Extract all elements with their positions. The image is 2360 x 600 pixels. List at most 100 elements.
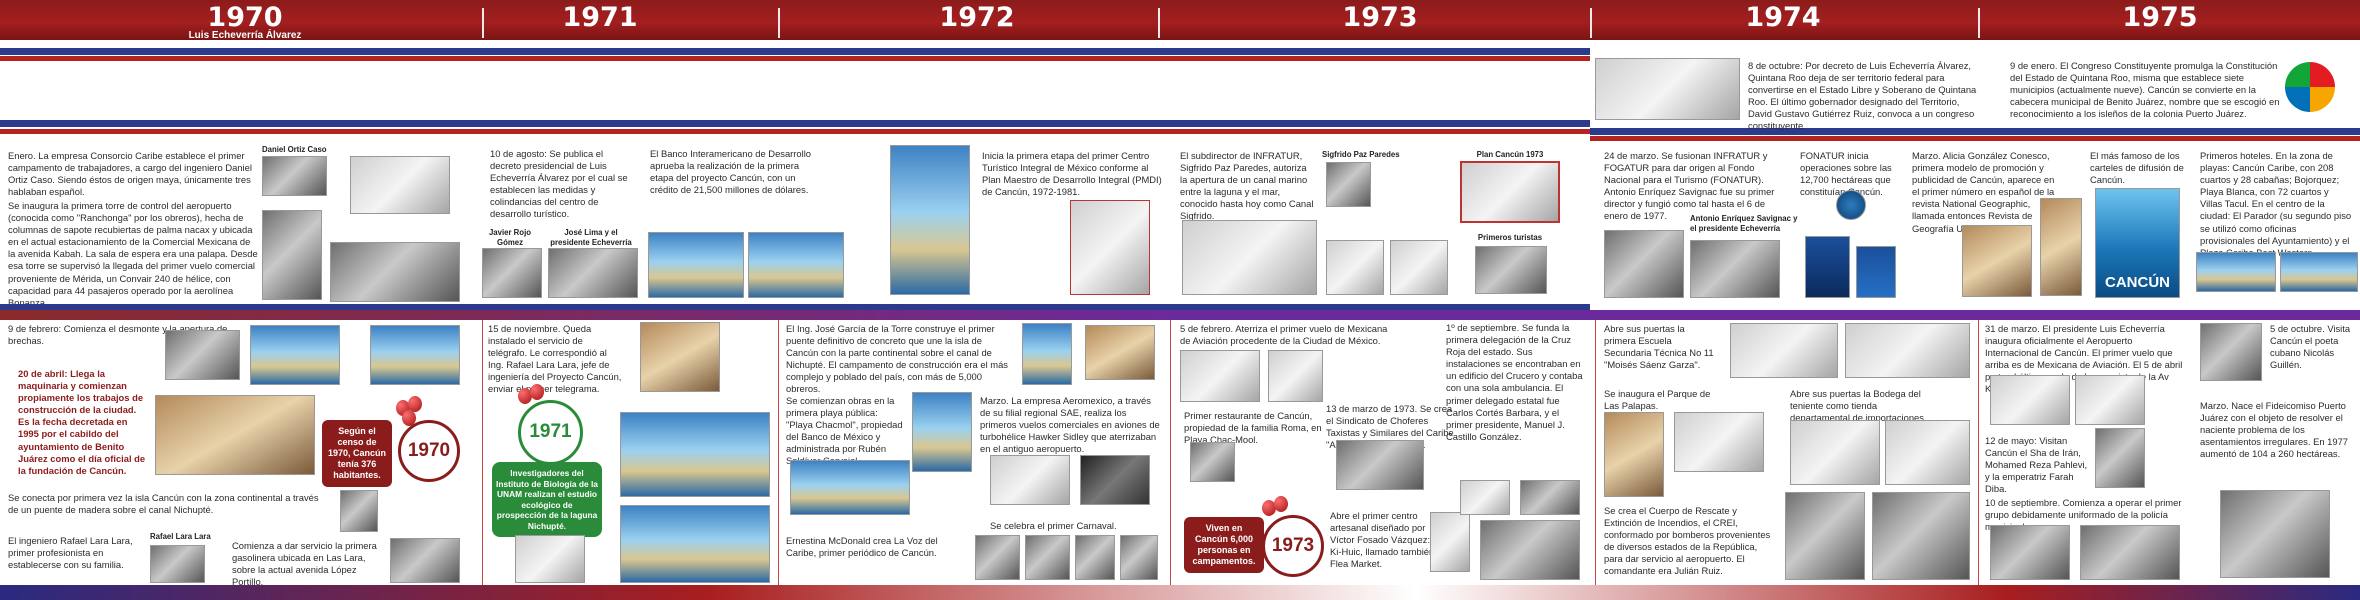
timeline-page: 1970 Luis Echeverría Álvarez 1971 1972 1… — [0, 0, 2360, 600]
text-1970-abril: 20 de abril: Llega la maquinaria y comie… — [18, 368, 146, 476]
caption-rafael: Rafael Lara Lara — [150, 532, 211, 541]
text-1972-voz: Ernestina McDonald crea La Voz del Carib… — [786, 535, 938, 559]
photo-palapa — [350, 156, 450, 214]
photo-policia-2 — [2080, 525, 2180, 580]
photo-plan-cancun — [1460, 161, 1560, 223]
photo-alicia — [1962, 225, 2032, 297]
year-divider — [1978, 8, 1980, 38]
photo-bodega-2 — [1790, 420, 1880, 485]
circle-1970: 1970 — [398, 420, 460, 482]
photo-kihuic-2 — [1480, 520, 1580, 580]
photo-model — [2040, 198, 2082, 296]
cancun-logo-icon — [2285, 62, 2335, 112]
year-label-1973: 1973 — [1342, 2, 1418, 33]
year-divider — [1590, 8, 1592, 38]
year-divider — [482, 8, 484, 38]
year-label-1970: 1970 — [207, 2, 283, 33]
photo-plane-1972b — [1080, 455, 1150, 505]
photo-congress-1974 — [1595, 58, 1740, 120]
photo-policia — [1990, 525, 2070, 580]
photo-cruz — [1520, 480, 1580, 515]
photo-carnaval-3 — [1075, 535, 1115, 580]
photo-campamento — [1085, 325, 1155, 380]
photo-canal-sigfrido — [1182, 220, 1317, 295]
text-1974-escuela: Abre sus puertas la primera Escuela Secu… — [1604, 323, 1714, 371]
photo-tower — [262, 210, 322, 300]
text-1975-fideicomiso: Marzo. Nace el Fideicomiso Puerto Juárez… — [2200, 400, 2349, 460]
poster-title: CANCÚN — [2105, 274, 2170, 291]
text-1974-crei: Se crea el Cuerpo de Rescate y Extinción… — [1604, 505, 1771, 577]
photo-machinery-1 — [165, 330, 240, 380]
photo-chacmol-2 — [912, 392, 972, 472]
photo-laguna-2 — [620, 505, 770, 583]
column-divider — [1595, 320, 1596, 585]
mid-blue-band — [0, 120, 1590, 127]
text-1971-telegrafo: 15 de noviembre. Queda instalado el serv… — [488, 323, 622, 395]
photo-sha — [2095, 428, 2145, 488]
balloon-icon — [530, 384, 544, 400]
photo-carnaval-4 — [1120, 535, 1158, 580]
text-1970-gasolinera: Comienza a dar servicio la primera gasol… — [232, 540, 377, 588]
text-1972-puente: El Ing. José García de la Torre construy… — [786, 323, 1008, 395]
text-1971-bid: El Banco Interamericano de Desarrollo ap… — [650, 148, 812, 196]
year-label-1972: 1972 — [939, 2, 1015, 33]
photo-plane — [330, 242, 460, 302]
text-1972-aeromexico: Marzo. La empresa Aeromexico, a través d… — [980, 395, 1160, 455]
photo-ambulancia — [1460, 480, 1510, 515]
balloon-icon — [1274, 496, 1288, 512]
year-label-1974: 1974 — [1745, 2, 1821, 33]
photo-canal-2 — [1326, 240, 1384, 295]
photo-kihuic — [1430, 512, 1470, 572]
photo-bridge — [340, 490, 378, 532]
photo-guillen — [2200, 323, 2262, 381]
photo-book-1 — [1805, 236, 1850, 298]
photo-hotel-2 — [2280, 252, 2358, 292]
text-1973-canal: El subdirector de INFRATUR, Sigfrido Paz… — [1180, 150, 1314, 222]
caption-jose: José Lima y el presidente Echeverría — [550, 228, 632, 247]
text-1972-playa: Se comienzan obras en la primera playa p… — [786, 395, 903, 466]
photo-turistas — [1475, 246, 1547, 294]
purple-band-upper — [0, 304, 1590, 310]
photo-bodega — [1845, 323, 1970, 378]
circle-1971: 1971 — [518, 400, 583, 465]
text-1975-guillen: 5 de octubre. Visita Cancún el poeta cub… — [2270, 323, 2351, 371]
mid-red-band — [0, 129, 1590, 134]
photo-palapas — [1604, 412, 1664, 497]
caption-javier: Javier Rojo Gómez — [488, 228, 532, 247]
badge-censo-1970: Según el censo de 1970, Cancún tenía 376… — [322, 420, 392, 487]
column-divider — [482, 320, 483, 585]
caption-daniel: Daniel Ortiz Caso — [262, 145, 327, 154]
text-1973-kihuic: Abre el primer centro artesanal diseñado… — [1330, 510, 1440, 570]
year-divider — [778, 8, 780, 38]
photo-plane-1972 — [990, 455, 1070, 505]
year-header-bar — [0, 0, 2360, 40]
photo-mexicana — [1180, 350, 1260, 402]
text-1973-cruz: 1º de septiembre. Se funda la primera de… — [1446, 322, 1583, 442]
text-1975-hoteles: Primeros hoteles. En la zona de playas: … — [2200, 150, 2352, 258]
caption-antonio: Antonio Enríquez Savignac y el president… — [1690, 214, 1798, 233]
top-blue-band — [0, 48, 1590, 55]
photo-bomberos-2 — [1872, 492, 1970, 580]
photo-rafael — [150, 545, 205, 583]
photo-jungle — [250, 325, 340, 385]
text-1974-fonatur: 24 de marzo. Se fusionan INFRATUR y FOGA… — [1604, 150, 1775, 222]
photo-playa-chacmol — [790, 460, 910, 515]
text-1971-decree: 10 de agosto: Se publica el decreto pres… — [490, 148, 628, 220]
top-red-band — [0, 56, 1590, 61]
year-divider — [1158, 8, 1160, 38]
photo-escuela — [1730, 323, 1838, 378]
text-1973-restaurante: Primer restaurante de Cancún, propiedad … — [1184, 410, 1322, 446]
photo-aeropuerto-2 — [2075, 375, 2145, 425]
text-1970-puente: Se conecta por primera vez la isla Cancú… — [8, 492, 319, 516]
photo-gasolinera — [390, 538, 460, 583]
photo-book-2 — [1856, 246, 1896, 298]
column-divider — [1170, 320, 1171, 585]
badge-unam-1971: Investigadores del Instituto de Biología… — [492, 462, 602, 537]
text-1975-constitution: 9 de enero. El Congreso Constituyente pr… — [2010, 60, 2280, 120]
text-1974-decree: 8 de octubre: Por decreto de Luis Echeve… — [1748, 60, 1977, 132]
photo-aeropuerto — [1990, 375, 2070, 425]
text-1970-torre: Se inaugura la primera torre de control … — [8, 200, 258, 308]
photo-poster: CANCÚN — [2095, 188, 2180, 298]
photo-mexicana-2 — [1268, 350, 1323, 402]
photo-carnaval-2 — [1025, 535, 1070, 580]
